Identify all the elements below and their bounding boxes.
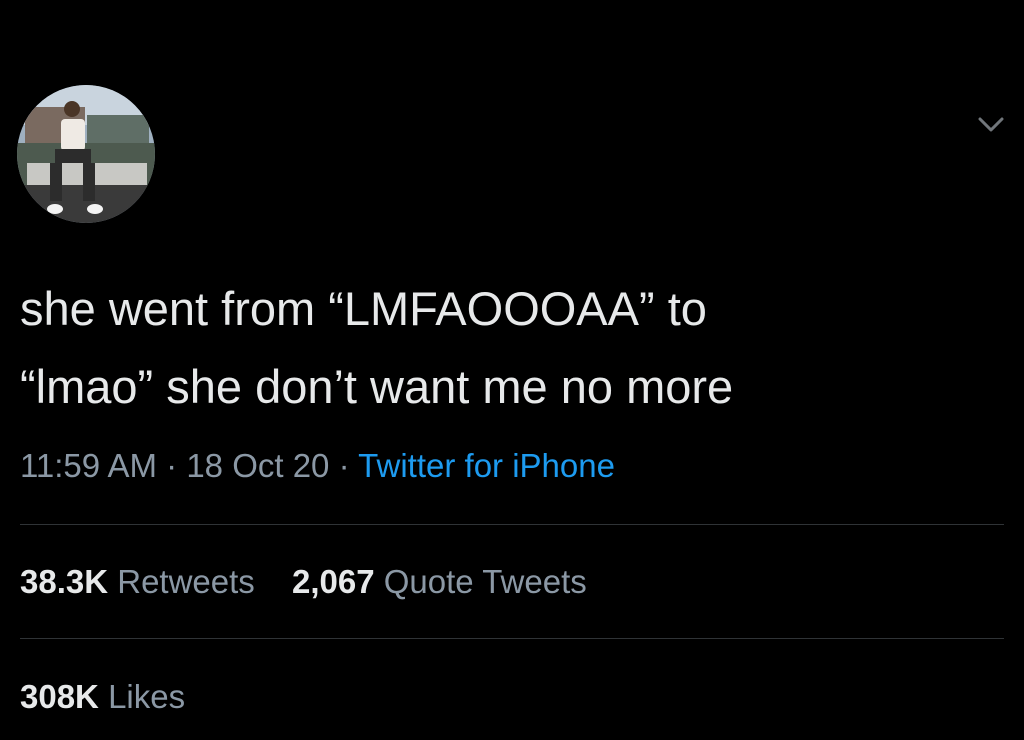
tweet-time[interactable]: 11:59 AM — [20, 447, 157, 484]
likes-count: 308K — [20, 678, 99, 715]
meta-separator: · — [338, 447, 350, 484]
quote-tweets-stat[interactable]: 2,067 Quote Tweets — [292, 558, 587, 606]
tweet-source-link[interactable]: Twitter for iPhone — [358, 447, 615, 484]
retweets-count: 38.3K — [20, 563, 109, 600]
likes-stat[interactable]: 308K Likes — [20, 673, 185, 721]
retweets-stat[interactable]: 38.3K Retweets — [20, 558, 255, 606]
retweets-label: Retweets — [117, 563, 255, 600]
tweet-detail: she went from “LMFAOOOAA” to “lmao” she … — [0, 0, 1024, 740]
divider — [20, 524, 1004, 525]
avatar[interactable] — [17, 85, 155, 223]
tweet-meta: 11:59 AM · 18 Oct 20 · Twitter for iPhon… — [20, 442, 615, 490]
chevron-down-icon[interactable] — [975, 110, 1007, 138]
meta-separator: · — [166, 447, 178, 484]
quote-tweets-count: 2,067 — [291, 563, 375, 600]
quote-tweets-label: Quote Tweets — [383, 563, 587, 600]
likes-stats: 308K Likes — [20, 673, 185, 721]
likes-label: Likes — [108, 678, 186, 715]
engagement-stats: 38.3K Retweets 2,067 Quote Tweets — [20, 558, 587, 606]
divider — [20, 638, 1004, 639]
avatar-photo — [17, 85, 155, 223]
tweet-date[interactable]: 18 Oct 20 — [186, 447, 329, 484]
tweet-text: she went from “LMFAOOOAA” to “lmao” she … — [20, 282, 734, 413]
